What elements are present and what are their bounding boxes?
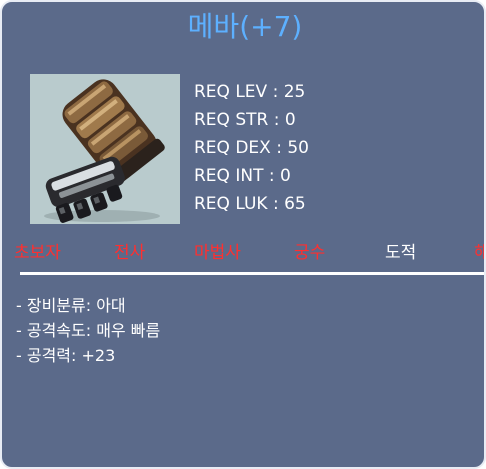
job-list: 초보자 전사 마법사 궁수 도적 해적 [2,238,484,268]
item-tooltip: 메바(+7) REQ LEV: 25 REQ STR: 0 REQ DEX … [0,0,486,469]
item-title: 메바(+7) [187,10,303,43]
detail-attack-speed: - 공격속도: 매우 빠름 [16,321,161,340]
divider [20,272,484,275]
item-icon-frame [30,74,180,224]
job-bowman: 궁수 [294,243,326,263]
job-magician: 마법사 [194,243,241,263]
detail-category: - 장비분류: 아대 [16,296,126,315]
req-dex: REQ DEX : 50 [194,138,309,158]
req-str: REQ STR : 0 [194,110,296,130]
detail-attack-power: - 공격력: +23 [16,346,116,365]
job-pirate: 해적 [474,238,484,268]
job-warrior: 전사 [114,243,146,263]
item-details: - 장비분류: 아대 - 공격속도: 매우 빠름 - 공격력: +23 [16,293,160,368]
job-beginner: 초보자 [14,243,61,263]
req-level: REQ LEV : 25 [194,82,306,102]
gauntlet-claw-icon [44,79,165,223]
requirements-list: REQ LEV : 25 REQ STR : 0 REQ DEX : 50 RE… [194,78,309,218]
req-int: REQ INT : 0 [194,166,291,186]
job-thief: 도적 [385,243,417,263]
req-luk: REQ LUK : 65 [194,194,306,214]
